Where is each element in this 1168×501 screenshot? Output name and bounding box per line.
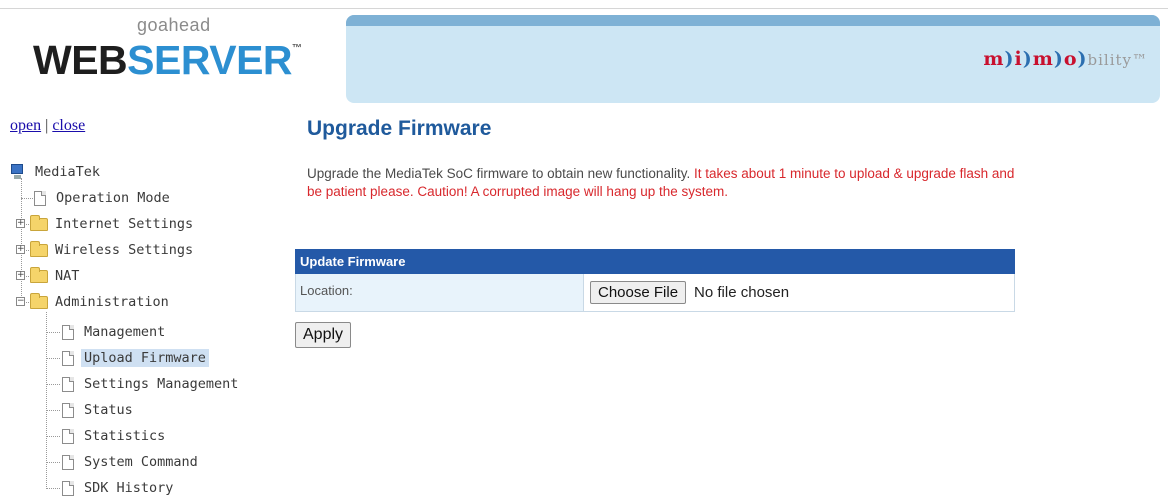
brand-paren: ): [1077, 48, 1088, 70]
tree-connector: [46, 384, 60, 385]
location-label: Location:: [296, 274, 584, 311]
page-icon: [62, 428, 74, 444]
tree-connector: [21, 198, 33, 199]
sidebar-item-administration[interactable]: Administration: [30, 292, 172, 312]
collapse-icon[interactable]: −: [16, 297, 25, 306]
folder-icon: [30, 266, 48, 283]
sidebar-item-internet-settings[interactable]: Internet Settings: [30, 214, 196, 234]
file-input: Choose File No file chosen: [584, 274, 1014, 311]
tree-root-mediatek[interactable]: MediaTek: [10, 162, 103, 182]
page-icon: [62, 350, 74, 366]
sidebar-item-label: Administration: [55, 294, 169, 310]
brand-o: o: [1063, 48, 1078, 70]
sidebar-item-operation-mode[interactable]: Operation Mode: [34, 188, 173, 208]
tree-connector: [46, 462, 60, 463]
tree-connector: [46, 410, 60, 411]
page-title: Upgrade Firmware: [307, 117, 492, 140]
close-link[interactable]: close: [52, 117, 85, 134]
description-text: Upgrade the MediaTek SoC firmware to obt…: [307, 166, 691, 181]
brand-i: i: [1014, 48, 1023, 70]
logo-webserver: WEBSERVER™: [33, 40, 302, 81]
logo-server-text: SERVER: [127, 37, 293, 83]
page-icon: [62, 402, 74, 418]
firmware-table: Update Firmware Location: Choose File No…: [295, 249, 1015, 312]
sidebar-item-label: System Command: [84, 454, 198, 470]
sidebar-item-statistics[interactable]: Statistics: [62, 426, 168, 446]
expand-icon[interactable]: +: [16, 245, 25, 254]
brand-m: m: [983, 48, 1005, 70]
top-rule: [0, 8, 1168, 9]
sidebar-item-settings-management[interactable]: Settings Management: [62, 374, 241, 394]
expand-icon[interactable]: +: [16, 271, 25, 280]
sidebar-item-label: Settings Management: [84, 376, 239, 392]
logo-trademark: ™: [292, 43, 302, 54]
sidebar-item-label: Management: [84, 324, 166, 340]
sidebar-item-label: Internet Settings: [55, 216, 194, 232]
brand-tm: ™: [1132, 51, 1148, 69]
sidebar-item-label: SDK History: [84, 480, 174, 496]
sidebar-item-label: Statistics: [84, 428, 166, 444]
banner-strip: [346, 15, 1160, 26]
folder-open-icon: [30, 292, 48, 309]
tree-connector: [46, 358, 60, 359]
table-row: Location: Choose File No file chosen: [295, 274, 1015, 312]
sidebar-item-label: Upload Firmware: [81, 349, 209, 367]
tree-root-label: MediaTek: [35, 164, 101, 180]
sidebar-item-nat[interactable]: NAT: [30, 266, 82, 286]
tree-connector: [46, 436, 60, 437]
apply-button[interactable]: Apply: [295, 322, 352, 348]
page-icon: [62, 480, 74, 496]
tree-connector: [46, 488, 60, 489]
folder-icon: [30, 214, 48, 231]
sidebar-item-wireless-settings[interactable]: Wireless Settings: [30, 240, 196, 260]
sidebar-item-management[interactable]: Management: [62, 322, 168, 342]
sidebar-item-upload-firmware[interactable]: Upload Firmware: [62, 348, 209, 368]
sidebar-item-system-command[interactable]: System Command: [62, 452, 201, 472]
sidebar-item-label: Wireless Settings: [55, 242, 194, 258]
page-icon: [62, 454, 74, 470]
computer-icon: [10, 164, 26, 180]
expand-icon[interactable]: +: [16, 219, 25, 228]
sidebar-item-label: Operation Mode: [56, 190, 170, 206]
folder-icon: [30, 240, 48, 257]
brand-m2: m: [1032, 48, 1054, 70]
page-icon: [62, 324, 74, 340]
brand-bility: bility: [1087, 51, 1132, 69]
page-icon: [34, 190, 46, 206]
header-banner: m)i)m)o)bility™: [346, 15, 1160, 103]
choose-file-button[interactable]: Choose File: [590, 281, 687, 304]
sidebar-item-status[interactable]: Status: [62, 400, 136, 420]
brand-paren: ): [1004, 48, 1015, 70]
sidebar-item-label: NAT: [55, 268, 80, 284]
file-status-text: No file chosen: [694, 284, 790, 301]
brand-paren: ): [1053, 48, 1064, 70]
logo-web-text: WEB: [33, 37, 128, 83]
sidebar-item-sdk-history[interactable]: SDK History: [62, 478, 176, 498]
brand-paren: ): [1022, 48, 1033, 70]
brand-logo: m)i)m)o)bility™: [983, 48, 1148, 70]
page-icon: [62, 376, 74, 392]
open-close-separator: |: [45, 117, 49, 134]
open-link[interactable]: open: [10, 117, 41, 134]
tree-controls: open | close: [10, 117, 85, 135]
firmware-table-header: Update Firmware: [295, 249, 1015, 274]
logo-goahead: goahead: [137, 15, 211, 35]
sidebar-item-label: Status: [84, 402, 133, 418]
tree-connector: [46, 332, 60, 333]
page-description: Upgrade the MediaTek SoC firmware to obt…: [307, 165, 1022, 201]
